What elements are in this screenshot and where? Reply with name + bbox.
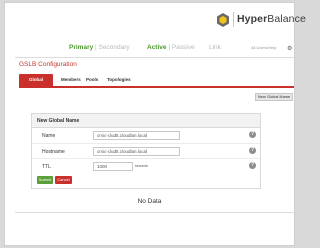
cancel-button[interactable]: Cancel xyxy=(55,176,72,184)
hostname-label: Hostname xyxy=(42,149,65,155)
ttl-row: TTL 1000 seconds ? xyxy=(32,158,260,173)
gear-icon[interactable]: ⚙ xyxy=(287,45,292,52)
hyperbalance-logo-icon xyxy=(217,13,229,27)
help-icon[interactable]: ? xyxy=(249,147,256,154)
form-title: New Global Name xyxy=(32,114,260,128)
app-frame: HyperBalance Primary | Secondary Active … xyxy=(4,2,306,246)
empty-state-message: No Data xyxy=(137,198,162,205)
divider xyxy=(15,212,294,213)
ttl-field[interactable]: 1000 xyxy=(93,162,133,171)
logo-separator xyxy=(233,12,234,27)
new-global-name-button[interactable]: New Global Name xyxy=(255,93,293,101)
ttl-unit: seconds xyxy=(135,164,149,168)
tab-members[interactable]: Members xyxy=(57,74,85,86)
tab-pools[interactable]: Pools xyxy=(82,74,102,86)
help-icon[interactable]: ? xyxy=(249,162,256,169)
page-title: GSLB Configuration xyxy=(19,61,77,68)
primary-label: Primary xyxy=(69,44,94,51)
active-label: Active xyxy=(147,44,167,51)
hostname-field[interactable]: cmic-cludtt.cloudlan.local xyxy=(93,147,180,156)
tab-underline xyxy=(19,86,294,88)
status-separator: | xyxy=(95,44,97,51)
passive-label: Passive xyxy=(171,44,195,51)
secondary-label: Secondary xyxy=(98,44,130,51)
new-global-name-form: New Global Name Name cmic-cludtt.cloudla… xyxy=(31,113,261,189)
link-status[interactable]: Link xyxy=(209,44,221,51)
active-passive-status[interactable]: Active | Passive xyxy=(147,44,195,51)
tab-topologies[interactable]: Topologies xyxy=(103,74,135,86)
brand-name: HyperBalance xyxy=(237,13,306,25)
status-bar: Primary | Secondary Active | Passive Lin… xyxy=(5,40,294,56)
status-separator: | xyxy=(168,44,171,51)
tab-global-name[interactable]: Global Name xyxy=(19,74,53,94)
name-field[interactable]: cmic-cludtt.cloudlan.local xyxy=(93,131,180,140)
help-icon[interactable]: ? xyxy=(249,131,256,138)
submit-button[interactable]: Submit xyxy=(37,176,53,184)
hostname-row: Hostname cmic-cludtt.cloudlan.local ? xyxy=(32,143,260,158)
ttl-label: TTL xyxy=(42,164,51,170)
divider xyxy=(15,57,294,58)
user-menu[interactable]: All Users/Help xyxy=(251,45,276,50)
name-label: Name xyxy=(42,133,56,139)
name-row: Name cmic-cludtt.cloudlan.local ? xyxy=(32,128,260,143)
primary-secondary-status[interactable]: Primary | Secondary xyxy=(69,44,130,51)
